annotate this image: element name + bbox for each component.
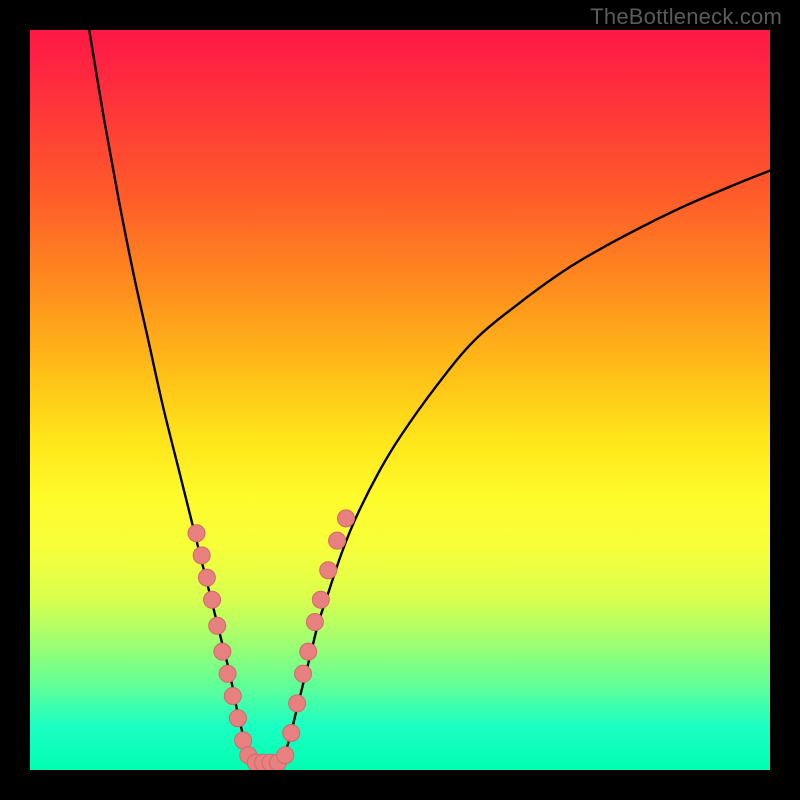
data-dot xyxy=(295,665,312,682)
data-dot xyxy=(277,747,294,764)
data-dot xyxy=(300,643,317,660)
data-dot xyxy=(229,710,246,727)
curve-right xyxy=(282,171,770,763)
chart-svg xyxy=(30,30,770,770)
data-dot xyxy=(214,643,231,660)
data-dot xyxy=(209,617,226,634)
data-dot xyxy=(193,547,210,564)
plot-area xyxy=(30,30,770,770)
data-dot xyxy=(329,532,346,549)
data-dot xyxy=(306,614,323,631)
data-dot xyxy=(204,591,221,608)
data-dot xyxy=(224,688,241,705)
data-dot xyxy=(188,525,205,542)
data-dot xyxy=(198,569,215,586)
chart-frame: TheBottleneck.com xyxy=(0,0,800,800)
data-dot xyxy=(283,725,300,742)
data-dot xyxy=(219,665,236,682)
scatter-dots xyxy=(188,510,354,770)
data-dot xyxy=(337,510,354,527)
watermark-text: TheBottleneck.com xyxy=(590,4,782,30)
data-dot xyxy=(312,591,329,608)
data-dot xyxy=(289,695,306,712)
data-dot xyxy=(320,562,337,579)
